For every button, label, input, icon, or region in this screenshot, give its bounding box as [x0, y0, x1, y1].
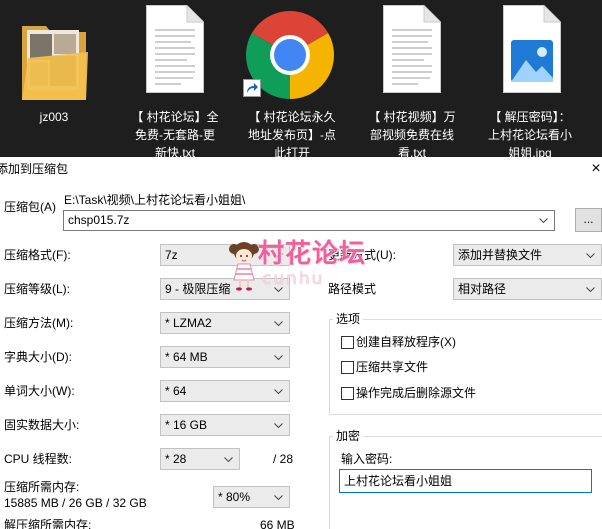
password-label: 输入密码: — [341, 452, 393, 466]
chevron-down-icon — [539, 218, 548, 223]
file-label-line: 部视频免费在线 — [369, 128, 454, 142]
file-label: 【 解压密码】： 上村花论坛看小 姐姐.jpg — [475, 108, 585, 157]
file-label: 【 村花论坛永久 地址发布页】-点 此打开 — [237, 108, 347, 157]
password-input[interactable]: 上村花论坛看小姐姐 — [339, 469, 592, 493]
shared-files-checkbox[interactable] — [341, 361, 354, 374]
shared-files-checkbox-label[interactable]: 压缩共享文件 — [356, 359, 428, 375]
file-label: 【 村花视频】万 部视频免费在线 看.txt — [357, 108, 467, 157]
word-size-label: 单词大小(W): — [4, 384, 75, 398]
file-label-line: jz003 — [39, 110, 69, 124]
cpu-threads-select[interactable]: * 28 — [160, 448, 240, 470]
memory-usage-select[interactable]: * 80% — [213, 486, 290, 508]
compress-memory-label: 压缩所需内存: — [4, 480, 80, 494]
memory-usage-value: * 80% — [218, 490, 251, 504]
browse-button[interactable]: ... — [575, 208, 602, 232]
file-label-line: 【 村花论坛永久 — [248, 110, 336, 124]
method-value: * LZMA2 — [165, 316, 212, 330]
cpu-threads-max: / 28 — [273, 452, 294, 466]
compress-memory-detail: 15885 MB / 26 GB / 32 GB — [4, 496, 147, 510]
chevron-down-icon — [274, 355, 283, 360]
cpu-threads-label: CPU 线程数: — [4, 452, 73, 466]
solid-block-value: * 16 GB — [165, 418, 208, 432]
decompress-memory-value: 66 MB — [260, 518, 295, 529]
solid-block-label: 固实数据大小: — [4, 418, 80, 432]
screen: jz003 【 村花论坛】全 免费-无套路-更 新快.txt 【 村花论坛永久 … — [0, 0, 602, 529]
image-file-icon — [503, 5, 561, 93]
format-label: 压缩格式(F): — [4, 248, 71, 262]
format-value: 7z — [165, 248, 178, 262]
chevron-down-icon — [274, 495, 283, 500]
level-label: 压缩等级(L): — [4, 282, 71, 296]
file-label: 【 村花论坛】全 免费-无套路-更 新快.txt — [120, 108, 230, 157]
file-item-text[interactable]: 【 村花论坛】全 免费-无套路-更 新快.txt — [120, 0, 230, 157]
update-mode-select[interactable]: 添加并替换文件 — [453, 244, 602, 266]
path-mode-value: 相对路径 — [458, 282, 507, 296]
file-item-folder[interactable]: jz003 — [0, 0, 110, 157]
file-label-line: 免费-无套路-更 — [135, 128, 215, 142]
file-label-line: 姐姐.jpg — [508, 146, 552, 157]
archive-name-value: chsp015.7z — [68, 213, 130, 227]
file-label-line: 地址发布页】-点 — [248, 128, 336, 142]
dictionary-label: 字典大小(D): — [4, 350, 72, 364]
chevron-down-icon — [586, 287, 595, 292]
chevron-down-icon — [274, 423, 283, 428]
file-label-line: 【 解压密码】： — [489, 110, 571, 124]
dictionary-select[interactable]: * 64 MB — [160, 346, 290, 368]
update-mode-value: 添加并替换文件 — [458, 248, 543, 262]
solid-block-select[interactable]: * 16 GB — [160, 414, 290, 436]
text-file-icon — [146, 5, 204, 93]
archive-name-combo[interactable]: chsp015.7z — [63, 210, 555, 231]
text-file-icon — [383, 5, 441, 93]
options-group-title: 选项 — [333, 311, 364, 327]
file-label-line: 此打开 — [273, 146, 310, 157]
shortcut-arrow-icon — [243, 79, 261, 97]
archive-label: 压缩包(A) — [4, 200, 56, 214]
chevron-down-icon — [586, 253, 595, 258]
method-label: 压缩方法(M): — [4, 316, 74, 330]
chevron-down-icon — [274, 321, 283, 326]
watermark-subtitle: cunhu — [262, 269, 325, 289]
file-item-image[interactable]: 【 解压密码】： 上村花论坛看小 姐姐.jpg — [475, 0, 585, 157]
file-item-text[interactable]: 【 村花视频】万 部视频免费在线 看.txt — [357, 0, 467, 157]
word-size-value: * 64 — [165, 384, 187, 398]
file-item-shortcut[interactable]: 【 村花论坛永久 地址发布页】-点 此打开 — [237, 0, 347, 157]
archive-path: E:\Task\视频\上村花论坛看小姐姐\ — [64, 193, 246, 207]
dialog-title: 添加到压缩包 — [0, 162, 69, 176]
level-value: 9 - 极限压缩 — [165, 282, 231, 296]
decompress-memory-label: 解压缩所需内存: — [4, 518, 92, 529]
sfx-checkbox-label[interactable]: 创建自释放程序(X) — [356, 334, 456, 350]
add-to-archive-dialog: 添加到压缩包 × 压缩包(A) E:\Task\视频\上村花论坛看小姐姐\ ch… — [0, 157, 602, 529]
file-explorer-view: jz003 【 村花论坛】全 免费-无套路-更 新快.txt 【 村花论坛永久 … — [0, 0, 602, 157]
sfx-checkbox[interactable] — [341, 336, 354, 349]
delete-after-checkbox[interactable] — [341, 387, 354, 400]
chevron-down-icon — [224, 457, 233, 462]
watermark-title: 村花论坛 — [258, 239, 367, 269]
dictionary-value: * 64 MB — [165, 350, 208, 364]
chevron-down-icon — [274, 389, 283, 394]
file-label: jz003 — [0, 108, 108, 126]
path-mode-select[interactable]: 相对路径 — [453, 278, 602, 300]
word-size-select[interactable]: * 64 — [160, 380, 290, 402]
path-mode-label: 路径模式 — [328, 282, 377, 296]
delete-after-checkbox-label[interactable]: 操作完成后删除源文件 — [356, 385, 476, 401]
file-label-line: 【 村花视频】万 — [368, 110, 456, 124]
folder-icon — [22, 26, 88, 100]
file-label-line: 看.txt — [397, 146, 426, 157]
file-label-line: 上村花论坛看小 — [487, 128, 572, 142]
watermark-girl-icon — [229, 242, 259, 291]
file-label-line: 【 村花论坛】全 — [131, 110, 219, 124]
file-label-line: 新快.txt — [154, 146, 195, 157]
close-button[interactable]: × — [590, 157, 602, 181]
method-select[interactable]: * LZMA2 — [160, 312, 290, 334]
cpu-threads-value: * 28 — [165, 452, 187, 466]
encryption-group-title: 加密 — [333, 428, 364, 444]
